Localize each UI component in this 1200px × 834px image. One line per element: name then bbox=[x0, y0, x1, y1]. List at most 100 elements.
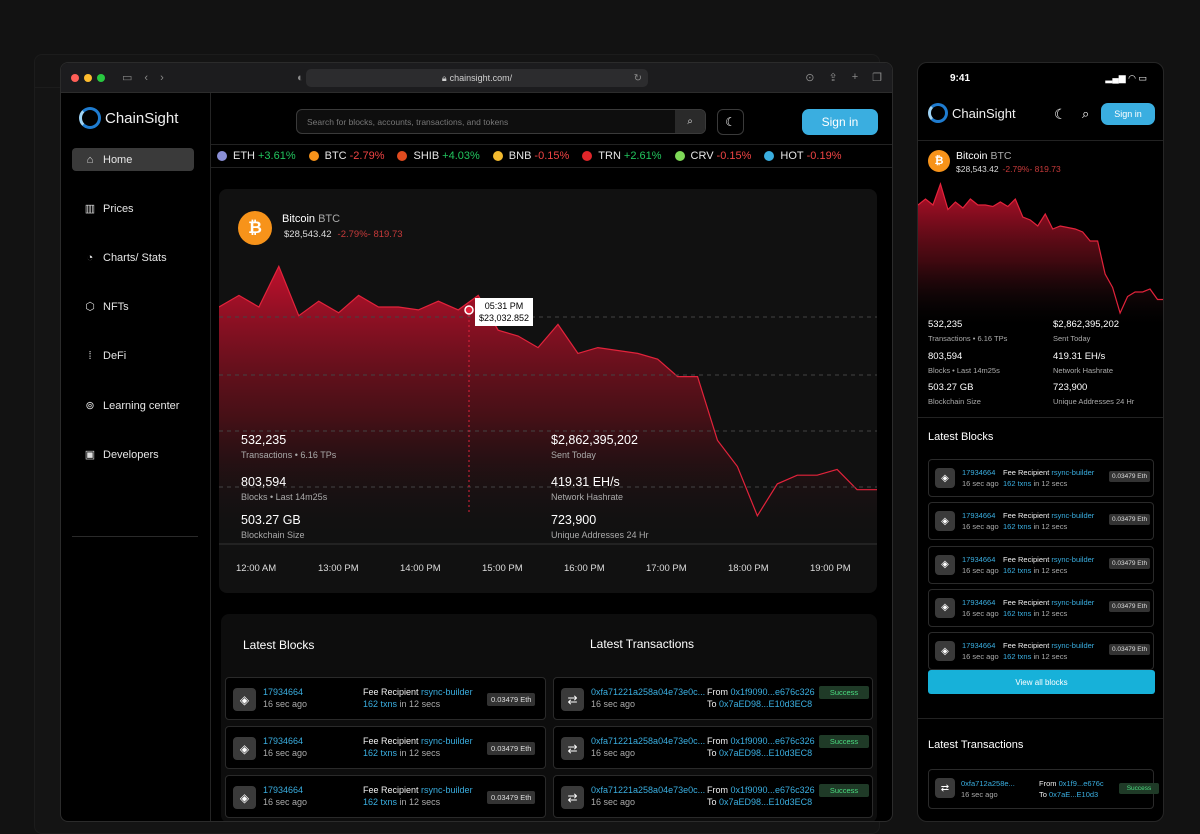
block-number[interactable]: 17934664 bbox=[263, 735, 307, 747]
status-badge: Success bbox=[1119, 783, 1159, 794]
fee-recipient[interactable]: rsync-builder bbox=[1051, 641, 1094, 650]
fee-recipient[interactable]: rsync-builder bbox=[421, 687, 473, 697]
tx-hash[interactable]: 0xfa71221a258a04e73e0c... bbox=[591, 735, 705, 747]
txn-count[interactable]: 162 txns bbox=[1003, 609, 1031, 618]
tx-from[interactable]: 0x1f9...e676c bbox=[1059, 779, 1104, 788]
ticker-item-bnb[interactable]: BNB -0.15% bbox=[492, 150, 569, 162]
block-icon: ◈ bbox=[233, 688, 256, 711]
sidebar-item-developers[interactable]: ▣ Developers bbox=[72, 443, 194, 466]
tx-hash[interactable]: 0xfa71221a258a04e73e0c... bbox=[591, 784, 705, 796]
block-row[interactable]: ◈ 17934664 16 sec ago Fee Recipient rsync… bbox=[225, 677, 546, 720]
moon-icon[interactable]: ☾ bbox=[1054, 106, 1067, 123]
ticker-item-trn[interactable]: TRN +2.61% bbox=[582, 150, 662, 162]
share-icon[interactable]: ⇪ bbox=[828, 71, 837, 84]
download-icon[interactable]: ⊙ bbox=[805, 71, 814, 84]
transaction-row[interactable]: ⇄ 0xfa71221a258a04e73e0c... 16 sec ago Fr… bbox=[553, 726, 873, 769]
address-bar[interactable]: 🔒︎ chainsight.com/ ↻ bbox=[306, 69, 648, 87]
block-icon: ◈ bbox=[935, 511, 955, 532]
sidebar-item-prices[interactable]: ▥ Prices bbox=[72, 197, 194, 220]
block-number[interactable]: 17934664 bbox=[962, 597, 999, 608]
mobile-price-chart[interactable] bbox=[918, 175, 1164, 335]
minimize-window-button[interactable] bbox=[84, 73, 92, 82]
ticker-symbol: BNB bbox=[508, 150, 532, 162]
ticker-item-crv[interactable]: CRV -0.15% bbox=[674, 150, 751, 162]
back-icon[interactable]: ‹ bbox=[144, 72, 148, 84]
maximize-window-button[interactable] bbox=[97, 73, 105, 82]
txn-count[interactable]: 162 txns bbox=[363, 797, 397, 807]
logo-icon bbox=[79, 107, 101, 129]
fee-recipient[interactable]: rsync-builder bbox=[421, 736, 473, 746]
tx-hash[interactable]: 0xfa712a258e... bbox=[961, 778, 1015, 789]
mobile-block-row[interactable]: ◈ 17934664 16 sec ago Fee Recipient rsync… bbox=[928, 632, 1154, 671]
block-number[interactable]: 17934664 bbox=[962, 510, 999, 521]
trn-icon bbox=[582, 151, 593, 161]
mobile-block-row[interactable]: ◈ 17934664 16 sec ago Fee Recipient rsync… bbox=[928, 545, 1154, 584]
tx-to[interactable]: 0x7aED98...E10d3EC8 bbox=[719, 699, 812, 709]
mobile-block-row[interactable]: ◈ 17934664 16 sec ago Fee Recipient rsync… bbox=[928, 588, 1154, 627]
tx-hash[interactable]: 0xfa71221a258a04e73e0c... bbox=[591, 686, 705, 698]
block-age: 16 sec ago bbox=[263, 748, 308, 758]
coin-change: -2.79%- 819.73 bbox=[1002, 164, 1061, 174]
txn-count[interactable]: 162 txns bbox=[1003, 479, 1031, 488]
tx-from[interactable]: 0x1f9090...e676c326 bbox=[731, 785, 815, 795]
theme-toggle-button[interactable]: ☾ bbox=[717, 109, 744, 135]
new-tab-icon[interactable]: + bbox=[852, 71, 858, 84]
txn-count[interactable]: 162 txns bbox=[1003, 566, 1031, 575]
logo[interactable]: ChainSight bbox=[79, 107, 178, 129]
txn-count[interactable]: 162 txns bbox=[1003, 652, 1031, 661]
block-number[interactable]: 17934664 bbox=[263, 784, 307, 796]
sidebar-item-defi[interactable]: ⁞ DeFi bbox=[72, 344, 194, 367]
ticker-symbol: ETH bbox=[233, 150, 255, 162]
tx-to[interactable]: 0x7aED98...E10d3EC8 bbox=[719, 748, 812, 758]
view-all-blocks-button[interactable]: View all blocks bbox=[928, 670, 1155, 694]
tx-to[interactable]: 0x7aED98...E10d3EC8 bbox=[719, 797, 812, 807]
reload-icon[interactable]: ↻ bbox=[634, 73, 642, 84]
sign-in-button[interactable]: Sign in bbox=[802, 109, 878, 135]
mobile-logo[interactable]: ChainSight bbox=[928, 103, 1016, 123]
transaction-row[interactable]: ⇄ 0xfa71221a258a04e73e0c... 16 sec ago Fr… bbox=[553, 677, 873, 720]
mobile-transaction-row[interactable]: ⇄ 0xfa712a258e... 16 sec ago From 0x1f9.… bbox=[928, 769, 1159, 809]
forward-icon[interactable]: › bbox=[160, 72, 164, 84]
fee-recipient[interactable]: rsync-builder bbox=[1051, 511, 1094, 520]
tx-from[interactable]: 0x1f9090...e676c326 bbox=[731, 736, 815, 746]
tx-from[interactable]: 0x1f9090...e676c326 bbox=[731, 687, 815, 697]
mobile-block-row[interactable]: ◈ 17934664 16 sec ago Fee Recipient rsync… bbox=[928, 502, 1154, 541]
block-number[interactable]: 17934664 bbox=[962, 467, 999, 478]
sidebar-item-nfts[interactable]: ⬡ NFTs bbox=[72, 295, 194, 318]
shield-icon[interactable]: ◐ bbox=[297, 72, 304, 84]
tabs-overview-icon[interactable]: ❐ bbox=[872, 71, 882, 84]
sidebar-item-label: DeFi bbox=[103, 349, 127, 362]
tx-age: 16 sec ago bbox=[961, 790, 998, 799]
x-tick-label: 15:00 PM bbox=[482, 563, 523, 574]
tx-to[interactable]: 0x7aE...E10d3 bbox=[1049, 790, 1098, 799]
sidebar-item-charts-stats[interactable]: ◔ Charts/ Stats bbox=[72, 246, 194, 269]
block-row[interactable]: ◈ 17934664 16 sec ago Fee Recipient rsync… bbox=[225, 726, 546, 769]
block-age: 16 sec ago bbox=[263, 699, 308, 709]
ticker-item-eth[interactable]: ETH +3.61% bbox=[217, 150, 296, 162]
txn-duration: in 12 secs bbox=[1033, 608, 1068, 618]
mobile-block-row[interactable]: ◈ 17934664 16 sec ago Fee Recipient rsync… bbox=[928, 459, 1154, 497]
search-icon[interactable]: ⌕ bbox=[1082, 106, 1089, 122]
sidebar-toggle-icon[interactable]: ▭ bbox=[122, 71, 132, 84]
txn-count[interactable]: 162 txns bbox=[363, 699, 397, 709]
ticker-item-shib[interactable]: SHIB +4.03% bbox=[397, 150, 480, 162]
block-number[interactable]: 17934664 bbox=[962, 554, 999, 565]
fee-recipient[interactable]: rsync-builder bbox=[1051, 598, 1094, 607]
txn-count[interactable]: 162 txns bbox=[1003, 522, 1031, 531]
search-input[interactable]: Search for blocks, accounts, transaction… bbox=[296, 109, 706, 134]
mobile-sign-in-button[interactable]: Sign in bbox=[1101, 103, 1155, 125]
fee-recipient[interactable]: rsync-builder bbox=[1051, 555, 1094, 564]
stat-label: Blockchain Size bbox=[241, 530, 305, 540]
ticker-item-btc[interactable]: BTC -2.79% bbox=[308, 150, 384, 162]
fee-recipient[interactable]: rsync-builder bbox=[1051, 468, 1094, 477]
block-number[interactable]: 17934664 bbox=[962, 640, 999, 651]
sidebar-item-learning-center[interactable]: ⊚ Learning center bbox=[72, 394, 194, 417]
close-window-button[interactable] bbox=[71, 73, 79, 82]
price-chart[interactable] bbox=[219, 189, 877, 593]
sidebar-item-home[interactable]: ⌂ Home bbox=[72, 148, 194, 171]
block-number[interactable]: 17934664 bbox=[263, 686, 307, 698]
txn-count[interactable]: 162 txns bbox=[363, 748, 397, 758]
ticker-item-hot[interactable]: HOT -0.19% bbox=[764, 150, 842, 162]
search-button[interactable]: ⌕ bbox=[675, 110, 705, 133]
fee-recipient[interactable]: rsync-builder bbox=[421, 785, 473, 795]
